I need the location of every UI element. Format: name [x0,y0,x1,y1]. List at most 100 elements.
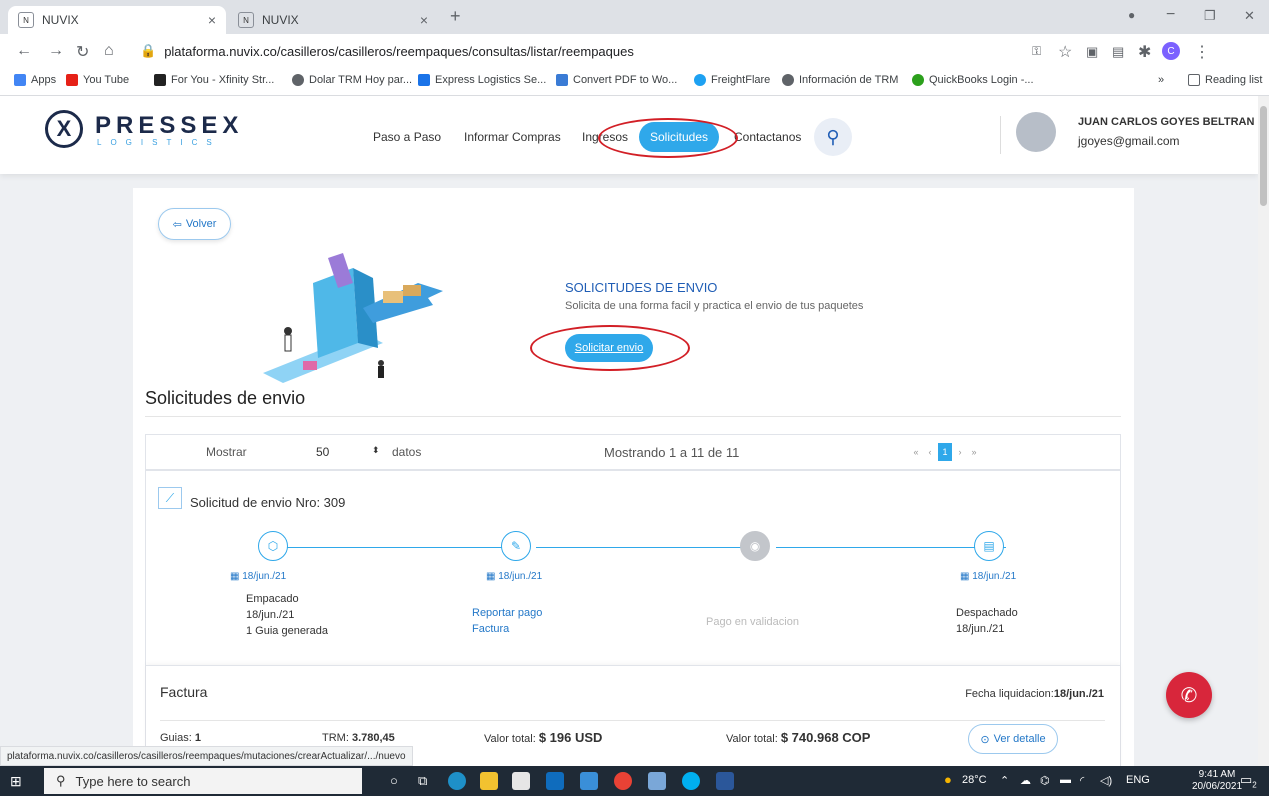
tray-overflow-icon[interactable]: ⌃ [1000,774,1009,787]
bookmark-convert-pdf[interactable]: Convert PDF to Wo... [556,74,677,86]
bookmark-icon[interactable]: ▤ [1112,44,1124,60]
browser-tab-1[interactable]: N NUVIX × [8,6,226,34]
browser-tab-2[interactable]: N NUVIX × [228,6,438,34]
search-button[interactable]: ⚲ [814,118,852,156]
maximize-button[interactable]: ❐ [1204,8,1216,24]
puzzle-icon[interactable]: ✱ [1138,42,1151,62]
menu-dots-icon[interactable]: ⋮ [1194,42,1210,62]
promo-description: Solicita de una forma facil y practica e… [565,300,864,312]
network-icon[interactable]: ⌬ [1040,774,1050,787]
profile-avatar[interactable]: C [1162,42,1180,60]
guides-label: Guias: [160,732,192,744]
star-icon[interactable]: ☆ [1058,42,1072,62]
bookmark-express-logistics[interactable]: Express Logistics Se... [418,74,546,86]
volume-icon[interactable]: ◁) [1100,774,1112,787]
first-page-button[interactable]: « [910,443,922,461]
outlook-icon[interactable] [546,772,564,790]
cortana-icon[interactable]: ○ [390,773,398,788]
record-icon[interactable]: ● [1128,8,1135,22]
user-name[interactable]: JUAN CARLOS GOYES BELTRAN [1078,116,1254,128]
calendar-icon: ▦ [230,571,243,582]
shipping-illustration [263,253,443,383]
site-header: X PRESSEX LOGISTICS Paso a Paso Informar… [0,96,1258,174]
reading-list-button[interactable]: Reading list [1188,74,1262,86]
home-icon[interactable]: ⌂ [104,42,114,60]
step-status: Empacado [246,593,299,605]
chat-help-button[interactable]: ✆ [1166,672,1212,718]
bookmark-freightflare[interactable]: FreightFlare [694,74,770,86]
prev-page-button[interactable]: ‹ [924,443,936,461]
globe-icon [292,74,304,86]
language-indicator[interactable]: ENG [1126,774,1150,786]
taskbar-search-input[interactable]: ⚲ Type here to search [44,768,362,794]
promo-title: SOLICITUDES DE ENVIO [565,280,718,295]
system-clock[interactable]: 9:41 AM 20/06/2021 [1192,769,1242,793]
weather-sun-icon[interactable]: ● [944,772,952,787]
back-arrow-icon: ⇦ [172,218,182,231]
bookmark-apps[interactable]: Apps [14,74,56,86]
bookmark-quickbooks[interactable]: QuickBooks Login -... [912,74,1034,86]
bookmark-dolar-trm[interactable]: Dolar TRM Hoy par... [292,74,412,86]
onedrive-icon[interactable]: ☁ [1020,774,1031,787]
weather-temp[interactable]: 28°C [962,774,987,786]
guides-value: 1 [194,732,201,744]
new-tab-button[interactable]: + [450,6,461,27]
last-page-button[interactable]: » [968,443,980,461]
file-explorer-icon[interactable] [480,772,498,790]
invoice-link[interactable]: Factura [472,621,542,637]
view-detail-button[interactable]: ⊙ Ver detalle [968,724,1058,754]
key-icon[interactable]: ⚿ [1032,44,1041,59]
nav-informar-compras[interactable]: Informar Compras [464,130,561,144]
back-arrow-icon[interactable]: ← [16,42,32,60]
trm-label: TRM: [322,732,349,744]
close-window-button[interactable]: ✕ [1244,8,1255,24]
nav-paso-a-paso[interactable]: Paso a Paso [373,130,441,144]
page-scrollbar[interactable] [1258,96,1269,768]
notification-center-icon[interactable]: ▭2 [1240,772,1257,790]
page-size-select[interactable]: 50 ⬍ [316,445,380,459]
close-tab-icon[interactable]: × [420,12,428,28]
forward-arrow-icon[interactable]: → [48,42,64,60]
pressex-logo-icon[interactable]: X [45,110,83,148]
back-button[interactable]: ⇦ Volver [158,208,231,240]
more-bookmarks-button[interactable]: » [1158,74,1164,86]
step-payment-validation: Pago en validacion [706,616,799,628]
edge-icon[interactable] [448,772,466,790]
store-icon[interactable] [512,772,530,790]
show-label: Mostrar [206,445,247,459]
page-1-button[interactable]: 1 [938,443,952,461]
logo-wordmark[interactable]: PRESSEX [95,112,243,140]
task-view-icon[interactable]: ⧉ [418,773,427,789]
chrome-icon[interactable] [614,772,632,790]
bookmark-xfinity[interactable]: For You - Xfinity Str... [154,74,274,86]
minimize-button[interactable]: − [1166,6,1175,24]
report-payment-link[interactable]: Reportar pago [472,605,542,621]
reload-icon[interactable]: ↻ [76,42,89,62]
extension-icon[interactable]: ▣ [1086,44,1098,60]
view-detail-label: Ver detalle [993,733,1046,745]
notification-count: 2 [1252,780,1257,790]
scrollbar-thumb[interactable] [1260,106,1267,206]
close-tab-icon[interactable]: × [208,12,216,28]
battery-icon[interactable]: ▬ [1060,774,1071,786]
skype-icon[interactable] [682,772,700,790]
nav-contactanos[interactable]: Contactanos [734,130,801,144]
timeline-line [776,547,1006,548]
photos-icon[interactable] [580,772,598,790]
nuvix-favicon-icon: N [18,12,34,28]
url-field[interactable]: 🔒 plataforma.nuvix.co/casilleros/casille… [140,39,1020,63]
wifi-icon[interactable]: ◜ [1080,774,1084,787]
bookmark-youtube[interactable]: You Tube [66,74,129,86]
clock-date: 20/06/2021 [1192,781,1243,792]
word-icon[interactable] [716,772,734,790]
url-text: plataforma.nuvix.co/casilleros/casillero… [164,43,634,59]
quickbooks-icon [912,74,924,86]
user-avatar[interactable] [1016,112,1056,152]
bookmark-informacion-trm[interactable]: Información de TRM [782,74,898,86]
windows-start-icon[interactable]: ⊞ [10,773,22,790]
next-page-button[interactable]: › [954,443,966,461]
app-icon[interactable] [648,772,666,790]
step-reportar-pago: Reportar pago Factura [472,605,542,637]
back-label: Volver [185,218,217,230]
step-date-text: 18/jun./21 [972,571,1017,582]
